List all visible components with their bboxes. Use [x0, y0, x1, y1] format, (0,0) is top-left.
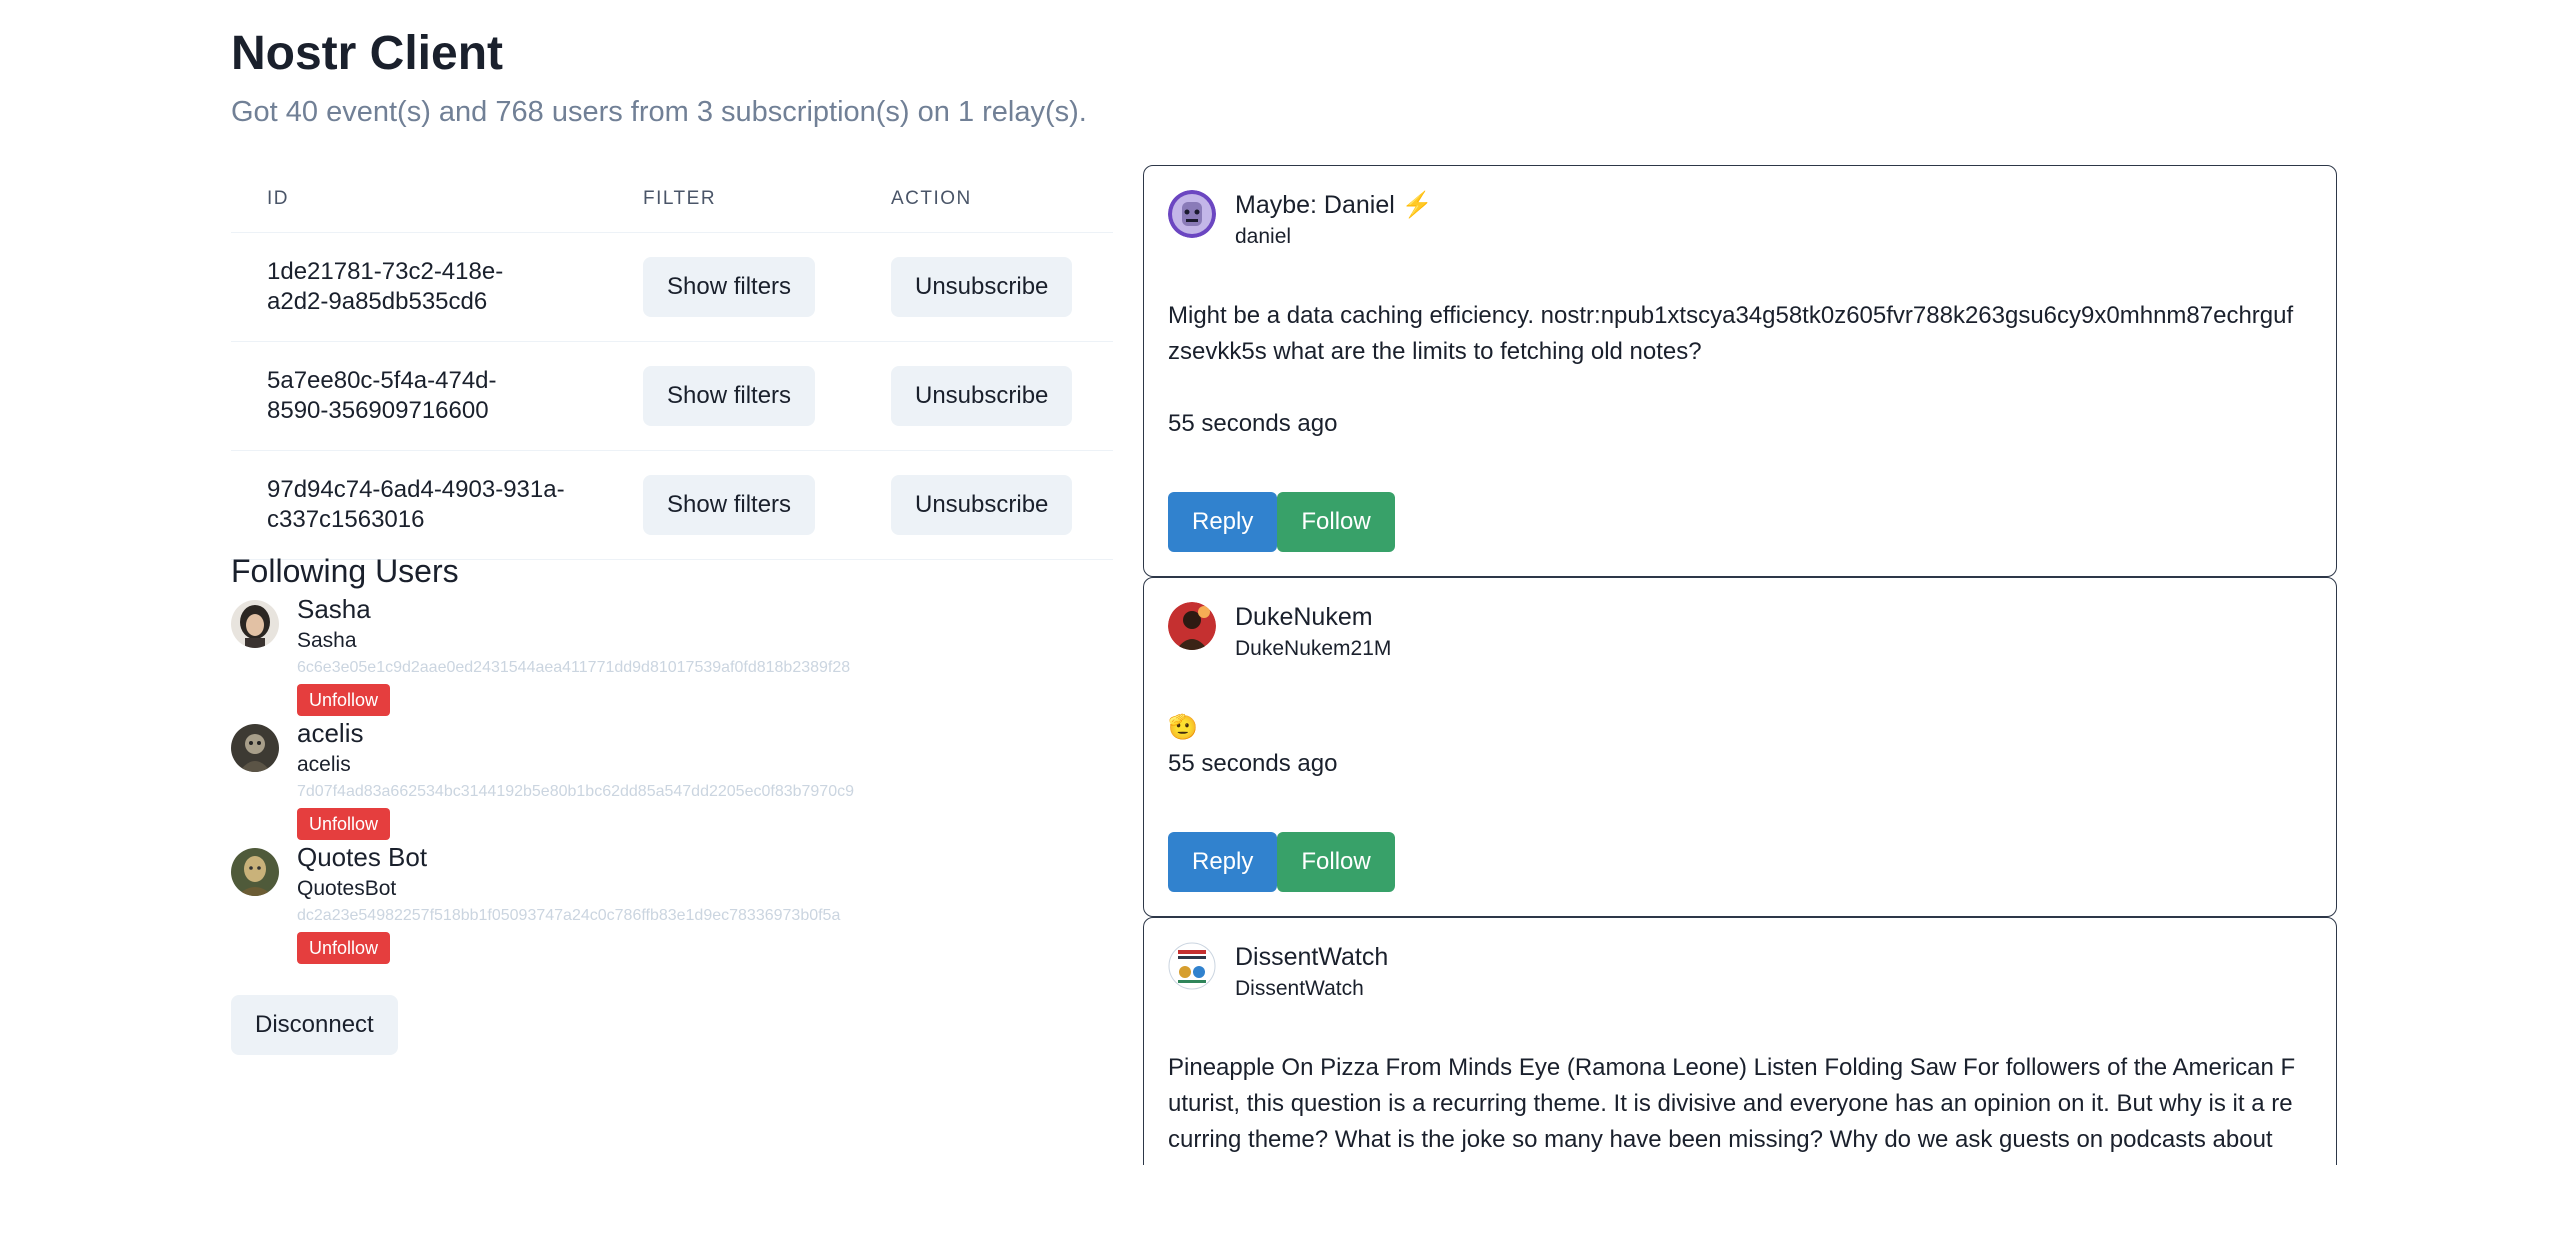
post-handle: DissentWatch: [1235, 977, 1364, 1000]
avatar: [231, 724, 279, 772]
following-user-info: acelis acelis 7d07f4ad83a662534bc3144192…: [297, 716, 854, 840]
column-header-id: ID: [231, 166, 607, 233]
follow-button[interactable]: Follow: [1277, 832, 1395, 892]
avatar: [231, 600, 279, 648]
subscription-id-line: c337c1563016: [267, 506, 425, 533]
post-actions: Reply Follow: [1168, 492, 1395, 552]
filter-cell: Show filters: [607, 341, 855, 451]
subscriptions-panel: ID FILTER ACTION 1de21781-73c2-418e- a2d…: [231, 166, 1113, 560]
user-username: Sasha: [297, 629, 357, 652]
user-username: QuotesBot: [297, 877, 397, 900]
unfollow-button[interactable]: Unfollow: [297, 932, 391, 964]
following-user: acelis acelis 7d07f4ad83a662534bc3144192…: [231, 716, 1113, 840]
user-pubkey: 7d07f4ad83a662534bc3144192b5e80b1bc62dd8…: [297, 783, 854, 800]
post-handle: DukeNukem21M: [1235, 637, 1392, 660]
user-display-name: Quotes Bot: [297, 842, 428, 872]
event-card: DissentWatch DissentWatch Pineapple On P…: [1143, 917, 2337, 1165]
post-author-name: DukeNukem: [1235, 603, 1373, 631]
action-cell: Unsubscribe: [855, 341, 1113, 451]
lightning-icon: ⚡: [1401, 191, 1433, 219]
unsubscribe-button[interactable]: Unsubscribe: [891, 475, 1073, 535]
subscription-id-line: a2d2-9a85db535cd6: [267, 288, 488, 315]
user-display-name: acelis: [297, 718, 364, 748]
user-username: acelis: [297, 753, 351, 776]
show-filters-button[interactable]: Show filters: [643, 475, 816, 535]
reply-button[interactable]: Reply: [1168, 492, 1278, 552]
show-filters-button[interactable]: Show filters: [643, 257, 816, 317]
unfollow-button[interactable]: Unfollow: [297, 808, 391, 840]
page-title: Nostr Client: [231, 27, 504, 80]
post-handle: daniel: [1235, 225, 1292, 248]
user-pubkey: dc2a23e54982257f518bb1f05093747a24c0c786…: [297, 907, 841, 924]
following-heading: Following Users: [231, 553, 459, 589]
post-content: Might be a data caching efficiency. nost…: [1168, 302, 2294, 365]
show-filters-button[interactable]: Show filters: [643, 366, 816, 426]
following-user-info: Sasha Sasha 6c6e3e05e1c9d2aae0ed2431544a…: [297, 592, 850, 716]
subscription-id-line: 5a7ee80c-5f4a-474d-: [267, 367, 497, 394]
post-timestamp: 55 seconds ago: [1168, 410, 1338, 437]
subscription-id-line: 8590-356909716600: [267, 397, 489, 424]
event-feed: Maybe: Daniel ⚡ daniel Might be a data c…: [1143, 165, 2337, 1165]
column-header-filter: FILTER: [607, 166, 855, 233]
post-author-name: Maybe: Daniel: [1235, 191, 1395, 219]
filter-cell: Show filters: [607, 450, 855, 560]
following-user: Quotes Bot QuotesBot dc2a23e54982257f518…: [231, 840, 1113, 964]
table-header-row: ID FILTER ACTION: [231, 166, 1113, 233]
post-author: Maybe: Daniel ⚡: [1235, 188, 1433, 222]
table-row: 97d94c74-6ad4-4903-931a- c337c1563016 Sh…: [231, 450, 1113, 560]
user-display-name: Sasha: [297, 594, 371, 624]
subscription-id-line: 1de21781-73c2-418e-: [267, 258, 504, 285]
follow-button[interactable]: Follow: [1277, 492, 1395, 552]
avatar: [1168, 942, 1216, 990]
table-row: 5a7ee80c-5f4a-474d- 8590-356909716600 Sh…: [231, 341, 1113, 451]
reply-button[interactable]: Reply: [1168, 832, 1278, 892]
disconnect-button[interactable]: Disconnect: [231, 995, 398, 1055]
action-cell: Unsubscribe: [855, 232, 1113, 342]
subscription-id: 1de21781-73c2-418e- a2d2-9a85db535cd6: [231, 232, 607, 342]
following-user: Sasha Sasha 6c6e3e05e1c9d2aae0ed2431544a…: [231, 592, 1113, 716]
subscription-id: 5a7ee80c-5f4a-474d- 8590-356909716600: [231, 341, 607, 451]
filter-cell: Show filters: [607, 232, 855, 342]
event-card: Maybe: Daniel ⚡ daniel Might be a data c…: [1143, 165, 2337, 577]
subscription-id-line: 97d94c74-6ad4-4903-931a-: [267, 476, 565, 503]
avatar: [231, 848, 279, 896]
post-content: 🫡: [1168, 714, 1198, 741]
post-actions: Reply Follow: [1168, 832, 1395, 892]
avatar: [1168, 602, 1216, 650]
table-row: 1de21781-73c2-418e- a2d2-9a85db535cd6 Sh…: [231, 232, 1113, 342]
event-card: DukeNukem DukeNukem21M 🫡 55 seconds ago …: [1143, 577, 2337, 917]
post-content: Pineapple On Pizza From Minds Eye (Ramon…: [1168, 1054, 2296, 1153]
subscriptions-table: ID FILTER ACTION 1de21781-73c2-418e- a2d…: [231, 166, 1113, 560]
user-pubkey: 6c6e3e05e1c9d2aae0ed2431544aea411771dd9d…: [297, 659, 851, 676]
unsubscribe-button[interactable]: Unsubscribe: [891, 257, 1073, 317]
column-header-action: ACTION: [855, 166, 1113, 233]
post-author-name: DissentWatch: [1235, 943, 1389, 971]
subscription-id: 97d94c74-6ad4-4903-931a- c337c1563016: [231, 450, 607, 560]
unfollow-button[interactable]: Unfollow: [297, 684, 391, 716]
stats-summary: Got 40 event(s) and 768 users from 3 sub…: [231, 96, 1087, 128]
unsubscribe-button[interactable]: Unsubscribe: [891, 366, 1073, 426]
page: Nostr Client Got 40 event(s) and 768 use…: [0, 0, 2560, 1246]
avatar: [1168, 190, 1216, 238]
action-cell: Unsubscribe: [855, 450, 1113, 560]
post-timestamp: 55 seconds ago: [1168, 750, 1338, 777]
following-user-info: Quotes Bot QuotesBot dc2a23e54982257f518…: [297, 840, 840, 964]
following-users-section: Following Users Sasha Sasha 6c6e3e05e1c9…: [231, 550, 1113, 964]
